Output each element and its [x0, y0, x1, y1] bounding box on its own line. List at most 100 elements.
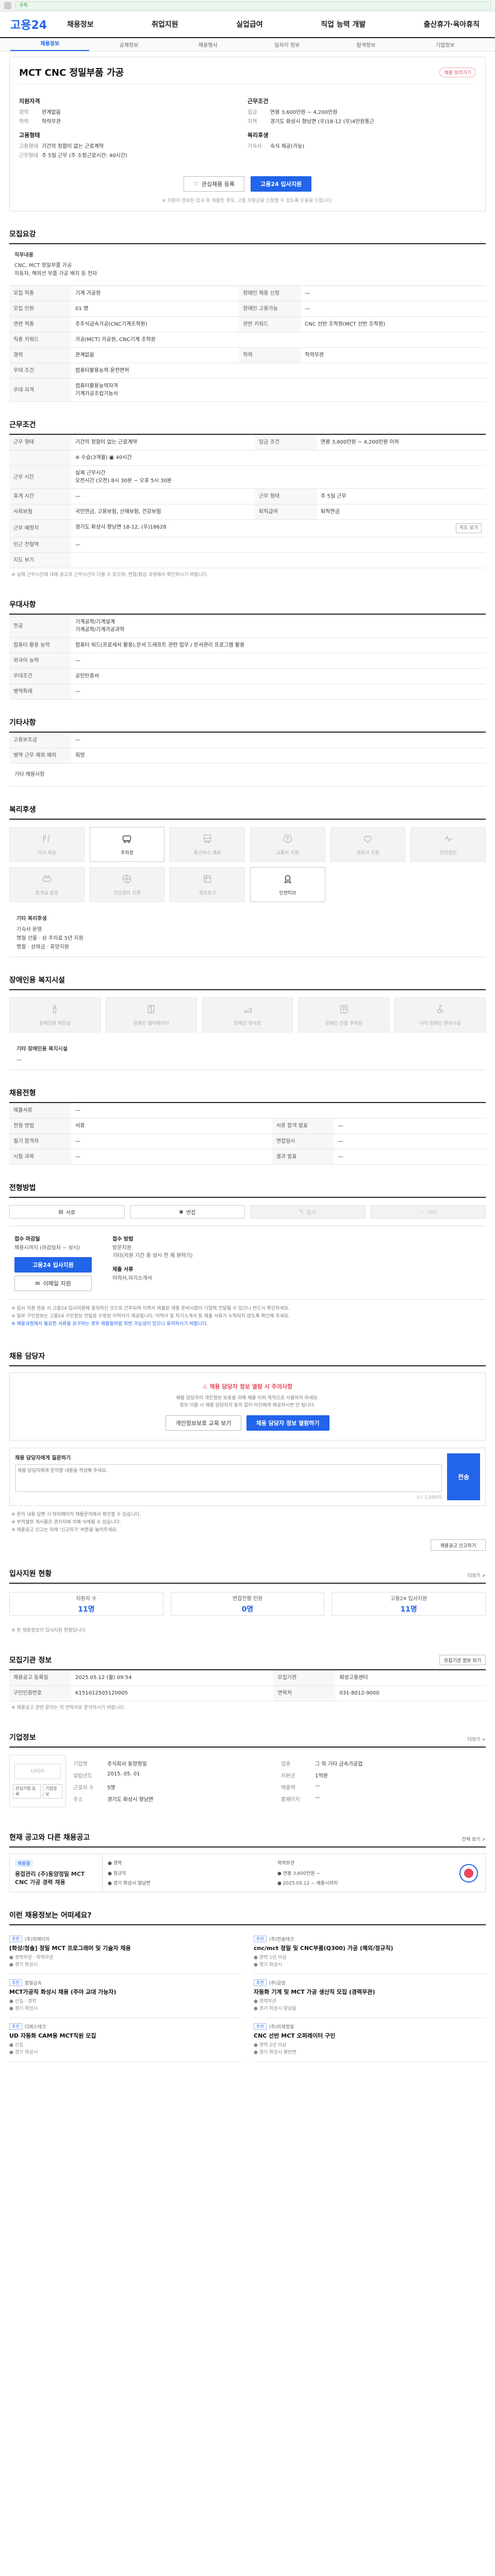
- subnav-tab[interactable]: 공채정보: [89, 41, 168, 48]
- row-value: 희망: [71, 748, 486, 764]
- recommend-company: (주)금양: [269, 1981, 286, 1986]
- row-value: 국민연금, 고용보험, 산재보험, 건강보험: [71, 504, 255, 520]
- summary-key: 지역: [248, 119, 257, 125]
- row-value: 컴퓨터활용능력 운전면허: [71, 363, 486, 379]
- email-apply-button[interactable]: ✉ 이메일 지원: [14, 1276, 92, 1291]
- group-title: 지원자격: [19, 98, 40, 105]
- subnav-tab[interactable]: 탐색정보: [326, 41, 405, 48]
- privacy-edu-button[interactable]: 개인정보보호 교육 보기: [166, 1415, 241, 1431]
- elevator-icon: [145, 1004, 157, 1016]
- report-button[interactable]: 채용공고 신고하기: [430, 1539, 486, 1551]
- company-value: 그 외 기타 금속가공업: [315, 1761, 363, 1767]
- pulse-icon: [442, 833, 454, 846]
- summary-row: 근무형태 주 5일 근무 (주 소정근로시간: 40시간): [19, 151, 248, 161]
- subnav-tab[interactable]: 기업정보: [406, 41, 485, 48]
- recommend-item[interactable]: 추천 디에스테크 UD 자동화 CAM용 MCT직원 모집 ● 신입 ● 경기 화성시: [9, 2018, 241, 2062]
- address-bar[interactable]: 구직: [15, 1, 491, 10]
- section-title: 복리후생: [9, 804, 486, 820]
- process-section: 채용전형 제출서류 — 전형 방법 서류 서류 합격 발표 — 필기 합격자 — 면접일시 — 시험…: [9, 1088, 486, 1165]
- char-count: 0 / 1,000자: [417, 1495, 442, 1500]
- recommend-item[interactable]: 추천 (주)금양 자동화 기계 및 MCT 가공 생산직 모집 (경력무관) ● 경력…: [254, 1974, 486, 2018]
- menu-item[interactable]: 실업급여: [236, 19, 263, 29]
- sub-nav: 채용정보 공채정보 채용행사 일자리 정보 탐색정보 기업정보: [0, 38, 495, 52]
- follow-company-button[interactable]: 관심기업 등록: [13, 1784, 41, 1799]
- section-title: 근무조건: [9, 419, 486, 435]
- recommend-item[interactable]: 추천 (주)한솔테크 cnc/mct 정밀 및 CNC부품(Q300) 가공 (해외…: [254, 1930, 486, 1974]
- company-value: 경기도 화성시 향남면: [107, 1797, 154, 1803]
- stat-card: 지원자 수 11명: [9, 1592, 163, 1616]
- view-manager-button[interactable]: 채용 담당자 정보 열람하기: [246, 1415, 329, 1431]
- recommend-item[interactable]: 추천 (주)미래정밀 CNC 선반 MCT 오퍼레이터 구인 ● 경력 2년 이상 ●…: [254, 2018, 486, 2062]
- menu-item[interactable]: 채용정보: [67, 19, 94, 29]
- subnav-tab[interactable]: 채용정보: [10, 39, 90, 51]
- welfare-label: 식사 제공: [37, 851, 56, 856]
- table-row: 전형 방법 서류 서류 합격 발표 —: [9, 1118, 486, 1134]
- menu-item[interactable]: 취업지원: [152, 19, 178, 29]
- row-header: 근무 형태: [254, 488, 317, 504]
- section-title: 모집기관 정보: [9, 1656, 52, 1665]
- row-header: 근무 예정지: [9, 519, 71, 537]
- row-value: 화성고용센터: [335, 1670, 486, 1686]
- subnav-tab[interactable]: 일자리 정보: [248, 41, 326, 48]
- site-logo[interactable]: 고용24: [10, 16, 67, 32]
- status-badge[interactable]: 채용 보러가기: [439, 67, 476, 77]
- recommend-item[interactable]: 추천 (주)피에이치 [화성/청솔] 정밀 MCT 프로그래머 및 기술자 채용 ● …: [9, 1930, 241, 1974]
- row-value: 컴퓨터활용능력자격 기계가공조립기능사: [71, 378, 486, 402]
- stats-note: ※ 본 채용정보의 입사지원 현황입니다.: [11, 1628, 87, 1633]
- other-job-card[interactable]: 채용중 용접관리 (주)동양정밀 MCT CNC 가공 경력 채용 ● 경력 학력…: [9, 1854, 486, 1892]
- company-key: 홈페이지: [281, 1797, 300, 1803]
- recommend-title: MCT가공직 화성시 채용 (주야 교대 가능자): [9, 1989, 117, 1995]
- subnav-tab[interactable]: 채용행사: [169, 41, 248, 48]
- row-value: 연봉 3,600만원 ~ 4,200만원 이하: [316, 435, 486, 450]
- welfare-text: 기숙사 운영 명절 선물 · 상 주차료 5년 지원 명절 · 상여금 · 휴양…: [16, 927, 84, 950]
- main-menu: 채용정보 취업지원 실업급여 직업 능력 개발 출산휴가·육아휴직: [67, 19, 485, 29]
- row-header: 장애인 채용 신청: [239, 286, 301, 301]
- welfare-section: 복리후생 식사 제공 주차장 통근버스 제공 교통비 지원 경조사 지원 건강검진 휴게실 …: [9, 804, 486, 957]
- welfare-item: 경조휴가: [170, 867, 245, 902]
- row-header: 학력: [239, 347, 301, 363]
- facility-item: 장애인 엘리베이터: [105, 997, 197, 1032]
- job-title: MCT CNC 정밀부품 가공: [19, 67, 124, 78]
- apply-method-chip: ◉ 면접: [129, 1205, 245, 1218]
- send-button[interactable]: 전송: [447, 1453, 480, 1500]
- apply-button[interactable]: 고용24 입사지원: [14, 1257, 92, 1273]
- row-header: 관련 키워드: [239, 316, 301, 332]
- welfare-item: 교통비 지원: [250, 827, 325, 862]
- stats-more-link[interactable]: 더보기 >: [468, 1572, 486, 1579]
- row-value: —: [71, 1149, 272, 1165]
- map-button[interactable]: 지도 보기: [456, 523, 482, 533]
- recommend-item[interactable]: 추천 정밀금속 MCT가공직 화성시 채용 (주야 교대 가능자) ● 신입 · 경력…: [9, 1974, 241, 2018]
- method-label: 접수 방법: [112, 1236, 134, 1242]
- facility-label: 장애인 경사로: [234, 1021, 261, 1026]
- welfare-item: 경조사 지원: [330, 827, 406, 862]
- apply-method-label: 서류: [65, 1210, 76, 1216]
- menu-item[interactable]: 직업 능력 개발: [321, 19, 366, 29]
- company-value: —: [315, 1783, 320, 1789]
- company-info-button[interactable]: 기업정보: [43, 1784, 62, 1799]
- row-value: —: [334, 1149, 486, 1165]
- apply-button[interactable]: 고용24 입사지원: [251, 176, 311, 192]
- row-value: —: [71, 653, 486, 669]
- fork-knife-icon: [41, 833, 53, 846]
- section-title: 채용 담당자: [9, 1351, 486, 1366]
- row-value: K151012505120005: [71, 1685, 274, 1701]
- table-row: 모집 직종 기계 가공원 장애인 채용 신청 —: [9, 286, 486, 301]
- row-value: 가공(MCT) 가공원, CNC기계 조작원: [71, 332, 486, 348]
- recommend-company: (주)미래정밀: [269, 2025, 294, 2030]
- manager-desc: 채용 담당자의 개인정보 보호를 위해 채용 이외 목적으로 사용하지 마세요.…: [176, 1396, 319, 1408]
- inquiry-textarea[interactable]: [15, 1464, 442, 1492]
- document-icon: ▤: [58, 1209, 63, 1215]
- table-row: 근무 형태 기간의 정함이 없는 근로계약 임금 조건 연봉 3,600만원 ~ 4,…: [9, 435, 486, 450]
- facility-text-title: 기타 장애인용 복지시설: [16, 1046, 68, 1052]
- facility-item: 장애인 전용 주차장: [298, 997, 390, 1032]
- summary-key: 임금: [248, 110, 257, 115]
- section-title: 장애인용 복지시설: [9, 975, 486, 990]
- condition-note: ※ 실제 근무시간에 대해 공고의 근무시간이 다를 수 있으며, 면접/협상 …: [11, 572, 208, 578]
- menu-item[interactable]: 출산휴가·육아휴직: [424, 19, 480, 29]
- save-job-button[interactable]: ♡ 관심채용 등록: [184, 176, 245, 192]
- row-header: 지도 보기: [9, 552, 71, 568]
- company-more-link[interactable]: 더보기 >: [468, 1736, 486, 1742]
- other-more-link[interactable]: 전체 보기 >: [462, 1836, 486, 1842]
- welfare-item: 식사 제공: [9, 827, 85, 862]
- agency-info-button[interactable]: 모집기관 정보 보기: [439, 1655, 486, 1665]
